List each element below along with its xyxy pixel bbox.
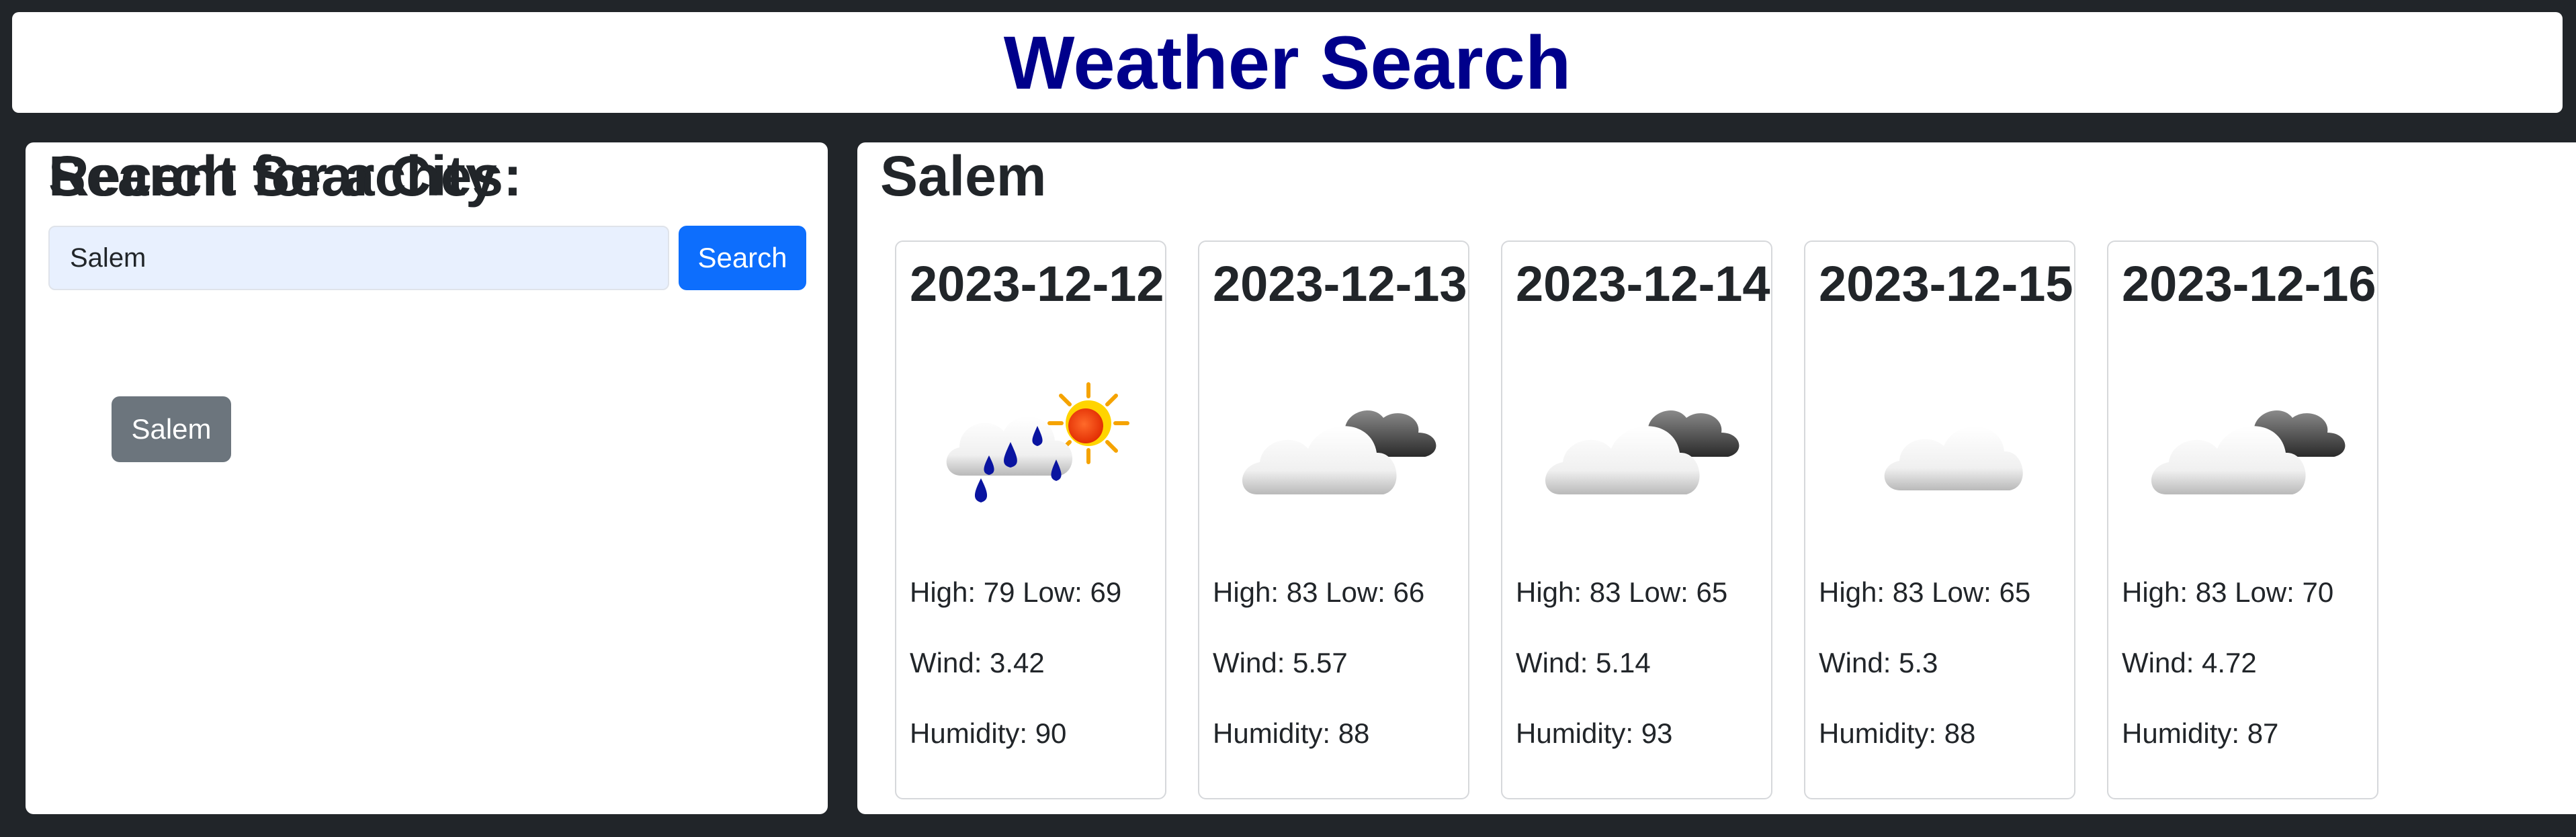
forecast-card: 2023-12-13 High: 83 Low: 66 Wind: 5.57 H… (1198, 240, 1469, 799)
high-low-temp: High: 83 Low: 65 (1516, 576, 1728, 608)
wind-speed: Wind: 3.42 (910, 647, 1045, 678)
forecast-card: 2023-12-12 High: 79 Low: 69 Wind: 3.42 H… (895, 240, 1166, 799)
city-name: Salem (880, 144, 1047, 208)
forecast-date: 2023-12-15 (1819, 256, 2073, 312)
search-button[interactable]: Search (679, 226, 806, 290)
cloudy-icon (1545, 410, 1740, 494)
wind-speed: Wind: 5.57 (1213, 647, 1348, 678)
forecast-card: 2023-12-16 High: 83 Low: 70 Wind: 4.72 H… (2107, 240, 2378, 799)
forecast-panel: Salem 2023-12-12 High: 79 Low: 69 Wind: … (857, 142, 2576, 814)
humidity: Humidity: 90 (910, 717, 1067, 749)
high-low-temp: High: 83 Low: 66 (1213, 576, 1425, 608)
humidity: Humidity: 87 (2122, 717, 2279, 749)
page-title: Weather Search (1003, 20, 1572, 105)
wind-speed: Wind: 5.3 (1819, 647, 1938, 678)
humidity: Humidity: 88 (1819, 717, 1976, 749)
forecast-date: 2023-12-16 (2122, 256, 2376, 312)
cloudy-icon (1242, 410, 1436, 494)
cloudy-icon (2151, 410, 2346, 494)
high-low-temp: High: 83 Low: 70 (2122, 576, 2334, 608)
forecast-card: 2023-12-14 High: 83 Low: 65 Wind: 5.14 H… (1501, 240, 1772, 799)
recent-searches-heading: Recent Searches: (48, 144, 523, 208)
city-search-input[interactable] (48, 226, 669, 290)
forecast-date: 2023-12-14 (1516, 256, 1770, 312)
forecast-date: 2023-12-13 (1213, 256, 1467, 312)
humidity: Humidity: 88 (1213, 717, 1370, 749)
recent-search-item[interactable]: Salem (112, 396, 231, 462)
wind-speed: Wind: 5.14 (1516, 647, 1651, 678)
wind-speed: Wind: 4.72 (2122, 647, 2257, 678)
rain-sun-icon (946, 382, 1129, 502)
cloud-icon (1884, 426, 2023, 490)
search-panel: Search for a City Search Recent Searches… (26, 142, 828, 814)
high-low-temp: High: 83 Low: 65 (1819, 576, 2031, 608)
header-bar: Weather Search (12, 12, 2563, 113)
forecast-date: 2023-12-12 (910, 256, 1164, 312)
humidity: Humidity: 93 (1516, 717, 1673, 749)
high-low-temp: High: 79 Low: 69 (910, 576, 1122, 608)
forecast-card: 2023-12-15 High: 83 Low: 65 Wind: 5.3 Hu… (1804, 240, 2075, 799)
